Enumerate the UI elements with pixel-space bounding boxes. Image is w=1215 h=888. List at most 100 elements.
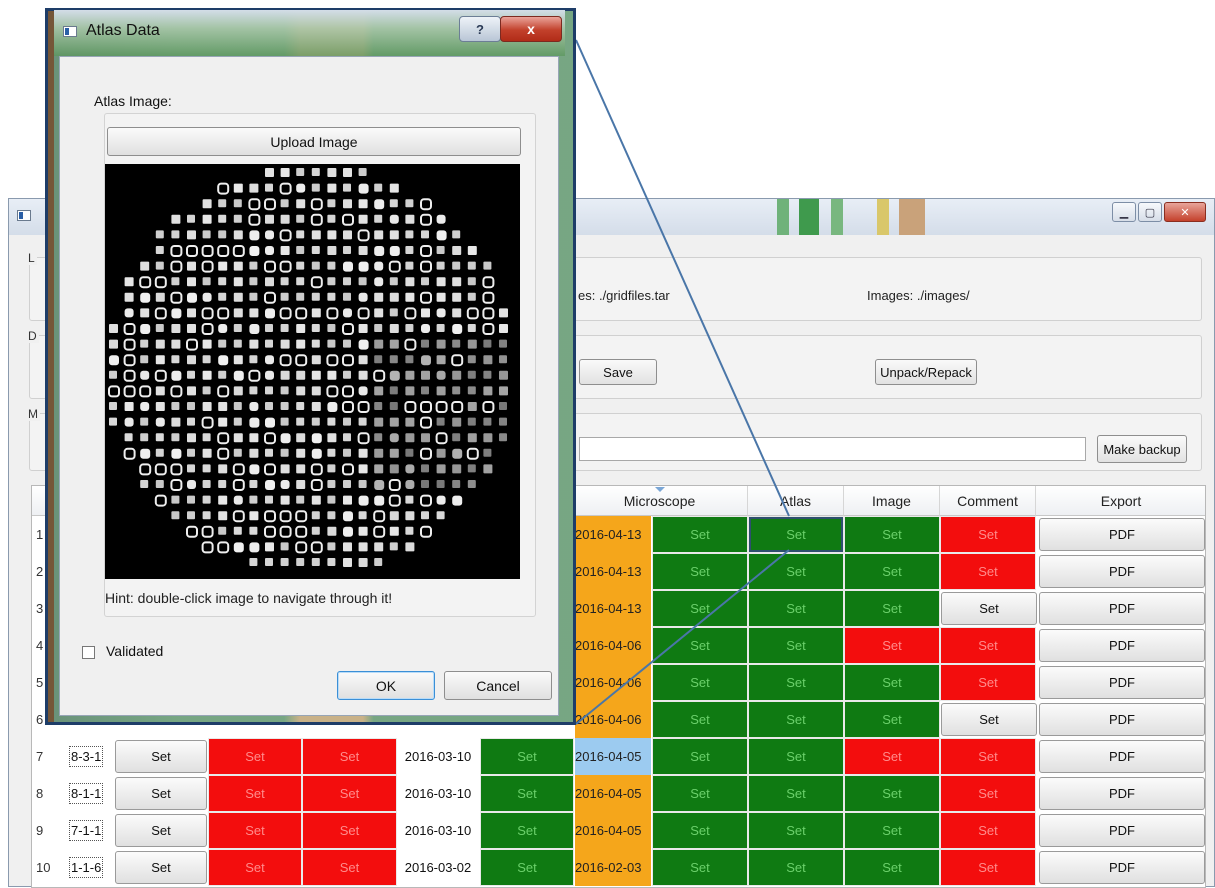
comment-set-cell[interactable]: Set bbox=[940, 516, 1036, 553]
microscope-date-cell: 2016-04-13 bbox=[575, 516, 651, 553]
upload-image-button[interactable]: Upload Image bbox=[107, 127, 521, 156]
set-status-cell[interactable]: Set bbox=[302, 849, 397, 886]
image-set-cell[interactable]: Set bbox=[844, 812, 940, 849]
microscope-set-cell[interactable]: Set bbox=[652, 627, 748, 664]
minimize-icon[interactable]: ▁ bbox=[1112, 202, 1136, 222]
image-set-cell[interactable]: Set bbox=[844, 627, 940, 664]
help-icon[interactable]: ? bbox=[459, 16, 501, 42]
comment-set-cell[interactable]: Set bbox=[940, 738, 1036, 775]
close-icon[interactable]: x bbox=[500, 16, 562, 42]
image-set-cell[interactable]: Set bbox=[844, 590, 940, 627]
set-status-cell[interactable]: Set bbox=[480, 775, 574, 812]
microscope-set-cell[interactable]: Set bbox=[652, 664, 748, 701]
microscope-set-cell[interactable]: Set bbox=[652, 701, 748, 738]
set-status-cell[interactable]: Set bbox=[480, 849, 574, 886]
make-backup-button[interactable]: Make backup bbox=[1097, 435, 1187, 463]
export-pdf-button[interactable]: PDF bbox=[1039, 851, 1205, 884]
close-icon[interactable]: ✕ bbox=[1164, 202, 1206, 222]
set-status-cell[interactable]: Set bbox=[302, 812, 397, 849]
sample-id[interactable]: 8-3-1 bbox=[66, 738, 106, 775]
sample-id[interactable]: 1-1-6 bbox=[66, 849, 106, 886]
export-pdf-button[interactable]: PDF bbox=[1039, 666, 1205, 699]
atlas-image-group: Upload Image Hint: double-click image to… bbox=[104, 113, 536, 617]
comment-set-cell[interactable]: Set bbox=[940, 849, 1036, 886]
set-button[interactable]: Set bbox=[115, 740, 207, 773]
export-pdf-button[interactable]: PDF bbox=[1039, 814, 1205, 847]
unpack-repack-button[interactable]: Unpack/Repack bbox=[875, 359, 977, 385]
save-button[interactable]: Save bbox=[579, 359, 657, 385]
microscope-set-cell[interactable]: Set bbox=[652, 553, 748, 590]
atlas-set-cell[interactable]: Set bbox=[748, 775, 844, 812]
ok-button[interactable]: OK bbox=[337, 671, 435, 700]
sample-id[interactable]: 7-1-1 bbox=[66, 812, 106, 849]
set-status-cell[interactable]: Set bbox=[208, 849, 302, 886]
comment-set-cell[interactable]: Set bbox=[940, 812, 1036, 849]
comment-set-button[interactable]: Set bbox=[941, 703, 1037, 736]
table-row: 10 1-1-6 Set Set Set 2016-03-02 Set 2016-02-03 S… bbox=[32, 849, 1205, 886]
header-atlas[interactable]: Atlas bbox=[748, 486, 844, 516]
export-pdf-button[interactable]: PDF bbox=[1039, 555, 1205, 588]
atlas-set-cell[interactable]: Set bbox=[748, 664, 844, 701]
atlas-set-cell[interactable]: Set bbox=[748, 738, 844, 775]
header-export[interactable]: Export bbox=[1036, 486, 1205, 516]
atlas-image[interactable] bbox=[105, 164, 520, 579]
atlas-set-cell[interactable]: Set bbox=[748, 627, 844, 664]
header-comment[interactable]: Comment bbox=[940, 486, 1036, 516]
comment-set-cell[interactable]: Set bbox=[940, 627, 1036, 664]
set-status-cell[interactable]: Set bbox=[480, 812, 574, 849]
dialog-body: Atlas Image: Upload Image Hint: double-c… bbox=[59, 56, 559, 716]
sample-id[interactable]: 8-1-1 bbox=[66, 775, 106, 812]
sample-id-text: 8-1-1 bbox=[69, 783, 104, 804]
window-controls: ▁ ▢ ✕ bbox=[1112, 202, 1206, 222]
backup-path-input[interactable] bbox=[579, 437, 1086, 461]
atlas-set-cell[interactable]: Set bbox=[748, 590, 844, 627]
set-button[interactable]: Set bbox=[115, 814, 207, 847]
set-button[interactable]: Set bbox=[115, 777, 207, 810]
set-status-cell[interactable]: Set bbox=[302, 738, 397, 775]
microscope-set-cell[interactable]: Set bbox=[652, 738, 748, 775]
microscope-set-cell[interactable]: Set bbox=[652, 516, 748, 553]
maximize-icon[interactable]: ▢ bbox=[1138, 202, 1162, 222]
header-image[interactable]: Image bbox=[844, 486, 940, 516]
export-pdf-button[interactable]: PDF bbox=[1039, 592, 1205, 625]
comment-set-cell[interactable]: Set bbox=[940, 775, 1036, 812]
microscope-set-cell[interactable]: Set bbox=[652, 812, 748, 849]
cancel-button[interactable]: Cancel bbox=[444, 671, 552, 700]
table-row: 8 8-1-1 Set Set Set 2016-03-10 Set 2016-04-05 Se… bbox=[32, 775, 1205, 812]
export-pdf-button[interactable]: PDF bbox=[1039, 703, 1205, 736]
set-status-cell[interactable]: Set bbox=[302, 775, 397, 812]
comment-set-cell[interactable]: Set bbox=[940, 553, 1036, 590]
image-set-cell[interactable]: Set bbox=[844, 849, 940, 886]
microscope-date-cell: 2016-04-13 bbox=[575, 553, 651, 590]
date-cell: 2016-03-10 bbox=[397, 812, 479, 849]
atlas-set-cell[interactable]: Set bbox=[748, 701, 844, 738]
export-pdf-button[interactable]: PDF bbox=[1039, 740, 1205, 773]
set-button[interactable]: Set bbox=[115, 851, 207, 884]
atlas-set-cell[interactable]: Set bbox=[748, 516, 844, 553]
image-set-cell[interactable]: Set bbox=[844, 775, 940, 812]
image-set-cell[interactable]: Set bbox=[844, 701, 940, 738]
table-row: 7 8-3-1 Set Set Set 2016-03-10 Set 2016-04-05 Se… bbox=[32, 738, 1205, 775]
export-pdf-button[interactable]: PDF bbox=[1039, 518, 1205, 551]
validated-checkbox[interactable] bbox=[82, 646, 95, 659]
set-status-cell[interactable]: Set bbox=[480, 738, 574, 775]
comment-set-button[interactable]: Set bbox=[941, 592, 1037, 625]
atlas-set-cell[interactable]: Set bbox=[748, 812, 844, 849]
microscope-set-cell[interactable]: Set bbox=[652, 590, 748, 627]
header-microscope[interactable]: Microscope bbox=[572, 486, 748, 516]
microscope-set-cell[interactable]: Set bbox=[652, 775, 748, 812]
set-status-cell[interactable]: Set bbox=[208, 738, 302, 775]
gridfiles-path: es: ./gridfiles.tar bbox=[578, 288, 670, 303]
image-set-cell[interactable]: Set bbox=[844, 553, 940, 590]
comment-set-cell[interactable]: Set bbox=[940, 664, 1036, 701]
atlas-set-cell[interactable]: Set bbox=[748, 849, 844, 886]
image-set-cell[interactable]: Set bbox=[844, 516, 940, 553]
image-set-cell[interactable]: Set bbox=[844, 738, 940, 775]
atlas-set-cell[interactable]: Set bbox=[748, 553, 844, 590]
image-set-cell[interactable]: Set bbox=[844, 664, 940, 701]
set-status-cell[interactable]: Set bbox=[208, 812, 302, 849]
export-pdf-button[interactable]: PDF bbox=[1039, 629, 1205, 662]
microscope-set-cell[interactable]: Set bbox=[652, 849, 748, 886]
export-pdf-button[interactable]: PDF bbox=[1039, 777, 1205, 810]
set-status-cell[interactable]: Set bbox=[208, 775, 302, 812]
